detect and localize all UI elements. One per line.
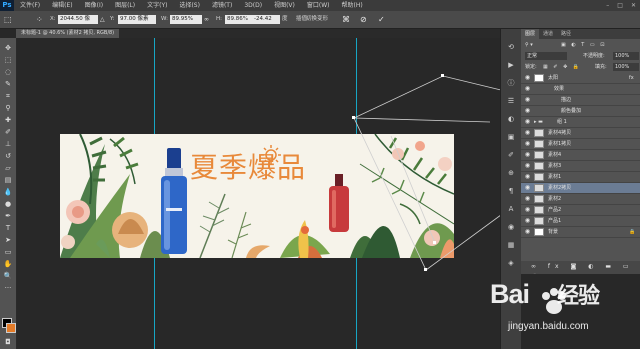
eye-icon[interactable]: ◉ — [524, 205, 531, 215]
layer-name: 产品2 — [548, 207, 562, 213]
folder-icon[interactable]: ▸ ▬ — [534, 117, 543, 127]
layer-thumbnail — [534, 173, 544, 181]
layer-name: 素材4 — [548, 152, 562, 158]
filter-kind-icon[interactable]: ⚲ ▾ — [525, 40, 533, 51]
layer-row[interactable]: ◉ 素材1拷贝 — [521, 139, 640, 150]
navigator-panel-icon[interactable]: ◈ — [506, 259, 516, 268]
layer-row[interactable]: ◉ 背景 🔒 — [521, 227, 640, 238]
eye-icon[interactable]: ◉ — [524, 227, 531, 237]
brush-panel-icon[interactable]: ✐ — [506, 151, 516, 160]
lock-icons[interactable]: ▦ ✐ ✥ 🔒 — [543, 62, 581, 73]
opacity-field[interactable]: 100% — [613, 52, 639, 60]
eye-icon[interactable]: ◉ — [524, 106, 531, 116]
lock-label: 锁定: — [525, 64, 537, 70]
layer-row[interactable]: ◉ 太阳 fx — [521, 73, 640, 84]
color-panel-icon[interactable]: ◉ — [506, 223, 516, 232]
actions-panel-icon[interactable]: ▶ — [506, 61, 516, 70]
layer-row[interactable]: ◉ 素材2 — [521, 194, 640, 205]
layer-name: 效果 — [554, 86, 565, 92]
layers-panel: 图层 通道 路径 ⚲ ▾ ▣ ◐ T ▭ ⊡ 正常 不透明度: 100% 锁定:… — [521, 29, 640, 281]
swatches-panel-icon[interactable]: ▦ — [506, 241, 516, 250]
layer-name: 太阳 — [548, 75, 559, 81]
eye-icon[interactable]: ◉ — [524, 128, 531, 138]
layer-name: 描边 — [561, 97, 572, 103]
layer-row[interactable]: ◉ 素材1 — [521, 172, 640, 183]
watermark-url: jingyan.baidu.com — [508, 321, 589, 332]
layer-effect-row[interactable]: ◉ 颜色叠加 — [521, 106, 640, 117]
layer-row[interactable]: ◉ 产品2 — [521, 205, 640, 216]
layer-thumbnail — [534, 184, 544, 192]
tab-paths[interactable]: 路径 — [557, 29, 575, 39]
layer-thumbnail — [534, 217, 544, 225]
blend-row: 正常 不透明度: 100% — [521, 51, 640, 62]
fx-icon[interactable]: fx — [629, 73, 634, 83]
layer-row[interactable]: ◉ 产品1 — [521, 216, 640, 227]
adjustments-panel-icon[interactable]: ◐ — [506, 115, 516, 124]
filter-icons[interactable]: ▣ ◐ T ▭ ⊡ — [561, 40, 606, 51]
layer-effect-row[interactable]: ◉ 描边 — [521, 95, 640, 106]
layer-thumbnail — [534, 162, 544, 170]
layer-row[interactable]: ◉ 素材4 — [521, 150, 640, 161]
blend-mode-select[interactable]: 正常 — [525, 52, 567, 60]
layer-thumbnail — [534, 228, 544, 236]
layer-name: 组 1 — [557, 119, 567, 125]
eye-icon[interactable]: ◉ — [524, 194, 531, 204]
layer-name: 素材3 — [548, 163, 562, 169]
properties-panel-icon[interactable]: ☰ — [506, 97, 516, 106]
eye-icon[interactable]: ◉ — [524, 139, 531, 149]
opacity-label: 不透明度: — [583, 53, 605, 59]
layer-name: 产品1 — [548, 218, 562, 224]
layer-effect-row[interactable]: ◉ 效果 — [521, 84, 640, 95]
eye-icon[interactable]: ◉ — [524, 84, 531, 94]
eye-icon[interactable]: ◉ — [524, 216, 531, 226]
layer-row-selected[interactable]: ◉ 素材2拷贝 — [521, 183, 640, 194]
history-panel-icon[interactable]: ⟲ — [506, 43, 516, 52]
layer-name: 颜色叠加 — [561, 108, 582, 114]
layers-footer: ∞ fx ◙ ◐ ▬ ▭ 🗑 — [521, 261, 640, 281]
layer-name: 素材1拷贝 — [548, 141, 572, 147]
layer-name: 素材2 — [548, 196, 562, 202]
layer-name: 素材1 — [548, 174, 562, 180]
eye-icon[interactable]: ◉ — [524, 73, 531, 83]
styles-panel-icon[interactable]: ▣ — [506, 133, 516, 142]
tab-layers[interactable]: 图层 — [521, 29, 540, 39]
lock-icon: 🔒 — [629, 229, 636, 235]
layer-group-row[interactable]: ◉ ▸ ▬ 组 1 — [521, 117, 640, 128]
eye-icon[interactable]: ◉ — [524, 172, 531, 182]
eye-icon[interactable]: ◉ — [524, 150, 531, 160]
fill-field[interactable]: 100% — [613, 63, 639, 71]
layer-thumbnail — [534, 206, 544, 214]
layer-thumbnail — [534, 74, 544, 82]
eye-icon[interactable]: ◉ — [524, 183, 531, 193]
layer-thumbnail — [534, 140, 544, 148]
layer-name: 素材2拷贝 — [548, 185, 572, 191]
layer-row[interactable]: ◉ 素材4拷贝 — [521, 128, 640, 139]
watermark-brand-text: Bai — [490, 279, 530, 309]
filter-row: ⚲ ▾ ▣ ◐ T ▭ ⊡ — [521, 40, 640, 51]
character-panel-icon[interactable]: A — [506, 205, 516, 214]
layer-name: 素材4拷贝 — [548, 130, 572, 136]
layer-name: 背景 — [548, 229, 559, 235]
layer-thumbnail — [534, 151, 544, 159]
watermark-brand: Bai 经验 — [490, 278, 600, 310]
layer-thumbnail — [534, 195, 544, 203]
panel-tabs: 图层 通道 路径 — [521, 29, 640, 39]
clone-source-panel-icon[interactable]: ⊕ — [506, 169, 516, 178]
info-panel-icon[interactable]: ⓘ — [506, 79, 516, 88]
eye-icon[interactable]: ◉ — [524, 117, 531, 127]
eye-icon[interactable]: ◉ — [524, 161, 531, 171]
watermark-brand-text2: 经验 — [557, 283, 600, 308]
eye-icon[interactable]: ◉ — [524, 95, 531, 105]
layer-row[interactable]: ◉ 素材3 — [521, 161, 640, 172]
paragraph-panel-icon[interactable]: ¶ — [506, 187, 516, 196]
fill-label: 填充: — [595, 64, 607, 70]
tab-channels[interactable]: 通道 — [539, 29, 557, 39]
lock-row: 锁定: ▦ ✐ ✥ 🔒 填充: 100% — [521, 62, 640, 73]
layer-thumbnail — [534, 129, 544, 137]
